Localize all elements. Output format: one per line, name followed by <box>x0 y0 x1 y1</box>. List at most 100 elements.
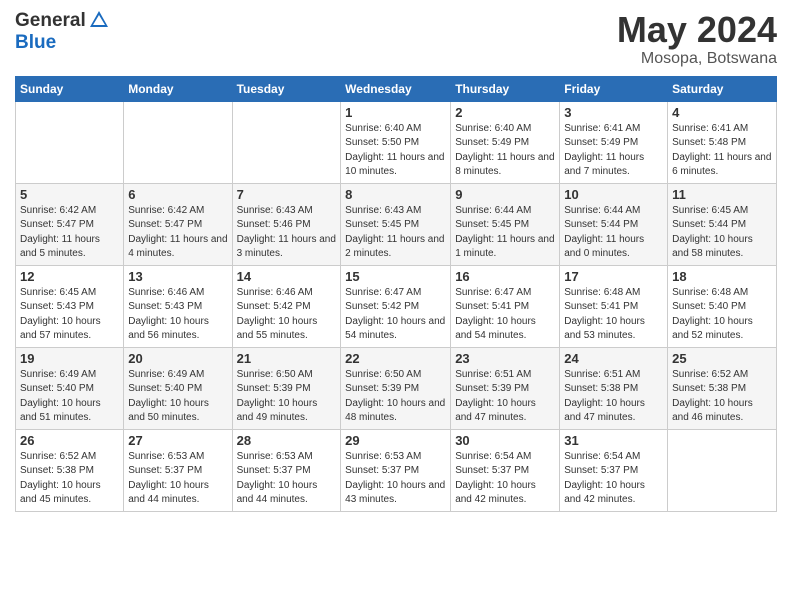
calendar-cell: 3 Sunrise: 6:41 AM Sunset: 5:49 PM Daylig… <box>560 101 668 183</box>
day-number: 29 <box>345 433 446 448</box>
day-info: Sunrise: 6:44 AM Sunset: 5:44 PM Dayligh… <box>564 204 663 262</box>
header-sunday: Sunday <box>16 76 124 101</box>
calendar-cell <box>668 429 777 511</box>
day-info: Sunrise: 6:42 AM Sunset: 5:47 PM Dayligh… <box>20 204 119 262</box>
day-number: 23 <box>455 351 555 366</box>
calendar-cell: 25 Sunrise: 6:52 AM Sunset: 5:38 PM Dayli… <box>668 347 777 429</box>
calendar-cell: 23 Sunrise: 6:51 AM Sunset: 5:39 PM Dayli… <box>451 347 560 429</box>
day-number: 17 <box>564 269 663 284</box>
calendar-week-5: 26Sunrise: 6:52 AM Sunset: 5:38 PM Dayli… <box>16 429 777 511</box>
calendar-cell: 27Sunrise: 6:53 AM Sunset: 5:37 PM Dayli… <box>124 429 232 511</box>
day-number: 18 <box>672 269 772 284</box>
day-number: 21 <box>237 351 337 366</box>
day-number: 14 <box>237 269 337 284</box>
calendar-cell: 7 Sunrise: 6:43 AM Sunset: 5:46 PM Daylig… <box>232 183 341 265</box>
day-number: 15 <box>345 269 446 284</box>
calendar-cell: 10 Sunrise: 6:44 AM Sunset: 5:44 PM Dayli… <box>560 183 668 265</box>
location: Mosopa, Botswana <box>617 50 777 68</box>
day-number: 24 <box>564 351 663 366</box>
day-number: 11 <box>672 187 772 202</box>
day-info: Sunrise: 6:51 AM Sunset: 5:39 PM Dayligh… <box>455 368 555 426</box>
calendar-cell: 9Sunrise: 6:44 AM Sunset: 5:45 PM Daylig… <box>451 183 560 265</box>
calendar-header-row: SundayMondayTuesdayWednesdayThursdayFrid… <box>16 76 777 101</box>
day-number: 16 <box>455 269 555 284</box>
day-info: Sunrise: 6:45 AM Sunset: 5:43 PM Dayligh… <box>20 286 119 344</box>
logo-general: General <box>15 10 86 32</box>
day-info: Sunrise: 6:41 AM Sunset: 5:49 PM Dayligh… <box>564 122 663 180</box>
calendar-week-1: 1Sunrise: 6:40 AM Sunset: 5:50 PM Daylig… <box>16 101 777 183</box>
day-number: 10 <box>564 187 663 202</box>
calendar-cell <box>232 101 341 183</box>
day-info: Sunrise: 6:54 AM Sunset: 5:37 PM Dayligh… <box>564 450 663 508</box>
calendar-cell: 24Sunrise: 6:51 AM Sunset: 5:38 PM Dayli… <box>560 347 668 429</box>
calendar-cell: 6Sunrise: 6:42 AM Sunset: 5:47 PM Daylig… <box>124 183 232 265</box>
calendar-cell: 13 Sunrise: 6:46 AM Sunset: 5:43 PM Dayli… <box>124 265 232 347</box>
day-number: 9 <box>455 187 555 202</box>
calendar-week-4: 19 Sunrise: 6:49 AM Sunset: 5:40 PM Dayli… <box>16 347 777 429</box>
calendar-cell: 16 Sunrise: 6:47 AM Sunset: 5:41 PM Dayli… <box>451 265 560 347</box>
calendar-week-3: 12 Sunrise: 6:45 AM Sunset: 5:43 PM Dayli… <box>16 265 777 347</box>
calendar-week-2: 5 Sunrise: 6:42 AM Sunset: 5:47 PM Daylig… <box>16 183 777 265</box>
calendar-cell <box>124 101 232 183</box>
day-info: Sunrise: 6:48 AM Sunset: 5:40 PM Dayligh… <box>672 286 772 344</box>
day-number: 7 <box>237 187 337 202</box>
calendar-table: SundayMondayTuesdayWednesdayThursdayFrid… <box>15 76 777 512</box>
day-info: Sunrise: 6:40 AM Sunset: 5:50 PM Dayligh… <box>345 122 446 180</box>
day-number: 3 <box>564 105 663 120</box>
calendar-cell: 11 Sunrise: 6:45 AM Sunset: 5:44 PM Dayli… <box>668 183 777 265</box>
calendar-cell: 5 Sunrise: 6:42 AM Sunset: 5:47 PM Daylig… <box>16 183 124 265</box>
day-number: 28 <box>237 433 337 448</box>
day-info: Sunrise: 6:47 AM Sunset: 5:42 PM Dayligh… <box>345 286 446 344</box>
title-block: May 2024 Mosopa, Botswana <box>617 10 777 68</box>
calendar-cell: 31 Sunrise: 6:54 AM Sunset: 5:37 PM Dayli… <box>560 429 668 511</box>
day-info: Sunrise: 6:43 AM Sunset: 5:45 PM Dayligh… <box>345 204 446 262</box>
calendar-cell: 18 Sunrise: 6:48 AM Sunset: 5:40 PM Dayli… <box>668 265 777 347</box>
calendar-cell: 1Sunrise: 6:40 AM Sunset: 5:50 PM Daylig… <box>341 101 451 183</box>
logo-icon <box>88 9 110 31</box>
day-info: Sunrise: 6:48 AM Sunset: 5:41 PM Dayligh… <box>564 286 663 344</box>
day-number: 12 <box>20 269 119 284</box>
header-monday: Monday <box>124 76 232 101</box>
calendar-cell: 30 Sunrise: 6:54 AM Sunset: 5:37 PM Dayli… <box>451 429 560 511</box>
day-number: 25 <box>672 351 772 366</box>
calendar-cell: 12 Sunrise: 6:45 AM Sunset: 5:43 PM Dayli… <box>16 265 124 347</box>
calendar-cell <box>16 101 124 183</box>
day-number: 4 <box>672 105 772 120</box>
calendar-cell: 21 Sunrise: 6:50 AM Sunset: 5:39 PM Dayli… <box>232 347 341 429</box>
day-number: 31 <box>564 433 663 448</box>
header-tuesday: Tuesday <box>232 76 341 101</box>
day-info: Sunrise: 6:41 AM Sunset: 5:48 PM Dayligh… <box>672 122 772 180</box>
calendar-cell: 29 Sunrise: 6:53 AM Sunset: 5:37 PM Dayli… <box>341 429 451 511</box>
header-thursday: Thursday <box>451 76 560 101</box>
day-number: 13 <box>128 269 227 284</box>
calendar-cell: 28 Sunrise: 6:53 AM Sunset: 5:37 PM Dayli… <box>232 429 341 511</box>
logo-blue: Blue <box>15 32 56 53</box>
page-header: General Blue May 2024 Mosopa, Botswana <box>15 10 777 68</box>
day-number: 5 <box>20 187 119 202</box>
day-info: Sunrise: 6:54 AM Sunset: 5:37 PM Dayligh… <box>455 450 555 508</box>
day-number: 19 <box>20 351 119 366</box>
header-saturday: Saturday <box>668 76 777 101</box>
calendar-cell: 2Sunrise: 6:40 AM Sunset: 5:49 PM Daylig… <box>451 101 560 183</box>
day-info: Sunrise: 6:53 AM Sunset: 5:37 PM Dayligh… <box>345 450 446 508</box>
calendar-cell: 19 Sunrise: 6:49 AM Sunset: 5:40 PM Dayli… <box>16 347 124 429</box>
calendar-cell: 8Sunrise: 6:43 AM Sunset: 5:45 PM Daylig… <box>341 183 451 265</box>
day-info: Sunrise: 6:52 AM Sunset: 5:38 PM Dayligh… <box>672 368 772 426</box>
day-info: Sunrise: 6:45 AM Sunset: 5:44 PM Dayligh… <box>672 204 772 262</box>
day-info: Sunrise: 6:49 AM Sunset: 5:40 PM Dayligh… <box>20 368 119 426</box>
day-info: Sunrise: 6:50 AM Sunset: 5:39 PM Dayligh… <box>345 368 446 426</box>
day-info: Sunrise: 6:43 AM Sunset: 5:46 PM Dayligh… <box>237 204 337 262</box>
day-number: 6 <box>128 187 227 202</box>
calendar-cell: 14 Sunrise: 6:46 AM Sunset: 5:42 PM Dayli… <box>232 265 341 347</box>
day-number: 30 <box>455 433 555 448</box>
day-info: Sunrise: 6:46 AM Sunset: 5:42 PM Dayligh… <box>237 286 337 344</box>
logo: General Blue <box>15 10 110 54</box>
day-info: Sunrise: 6:53 AM Sunset: 5:37 PM Dayligh… <box>128 450 227 508</box>
calendar-cell: 20Sunrise: 6:49 AM Sunset: 5:40 PM Dayli… <box>124 347 232 429</box>
day-info: Sunrise: 6:50 AM Sunset: 5:39 PM Dayligh… <box>237 368 337 426</box>
day-info: Sunrise: 6:47 AM Sunset: 5:41 PM Dayligh… <box>455 286 555 344</box>
day-info: Sunrise: 6:46 AM Sunset: 5:43 PM Dayligh… <box>128 286 227 344</box>
day-number: 20 <box>128 351 227 366</box>
calendar-cell: 22Sunrise: 6:50 AM Sunset: 5:39 PM Dayli… <box>341 347 451 429</box>
day-info: Sunrise: 6:53 AM Sunset: 5:37 PM Dayligh… <box>237 450 337 508</box>
